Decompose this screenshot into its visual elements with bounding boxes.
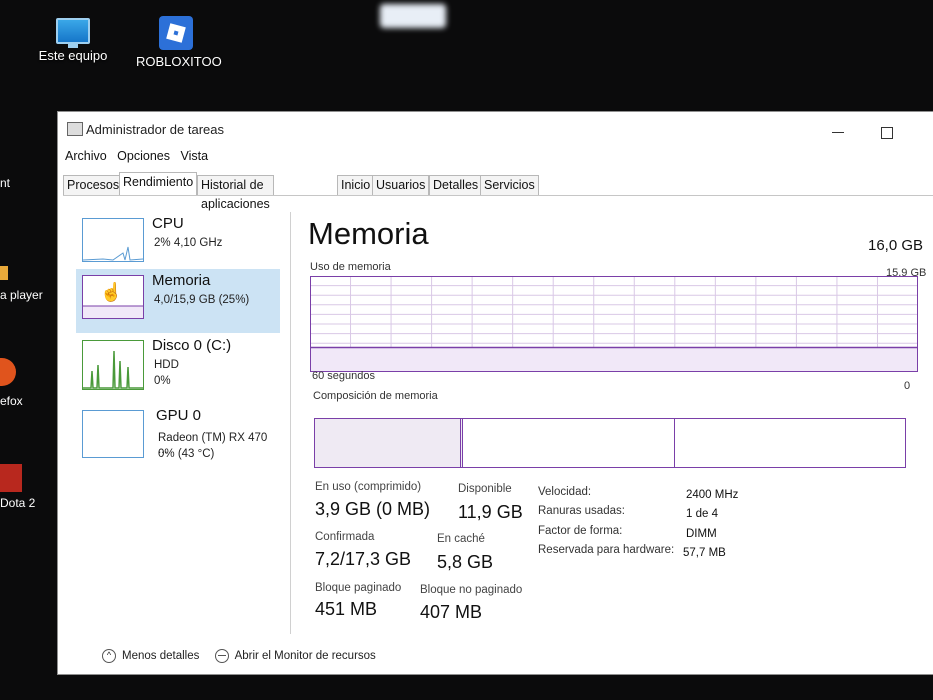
resource-monitor-icon [214,649,229,663]
desktop-icon-label: Este equipo [38,48,108,63]
paged-pool-value: 451 MB [315,599,378,619]
screen-glare [380,4,446,28]
cached-value: 5,8 GB [437,552,494,572]
desktop-edge-label: a player [0,288,43,302]
tab-servicios[interactable]: Servicios [480,175,539,195]
window-title: Administrador de tareas [86,122,225,137]
hardware-reserved-value: 57,7 MB [683,547,726,559]
desktop-icon-robloxitoo[interactable]: ROBLOXITOO [136,16,222,69]
hardware-reserved-label: Reservada para hardware: [538,544,675,556]
desktop-icon-label: ROBLOXITOO [136,54,222,69]
resource-item-cpu[interactable]: CPU 2% 4,10 GHz [76,212,280,276]
slots-label: Ranuras usadas: [538,505,625,517]
task-manager-window: Administrador de tareas Archivo Opciones… [57,111,933,675]
time-axis-label: 60 segundos [312,370,375,382]
less-details-label: Menos detalles [122,650,200,663]
tab-rendimiento[interactable]: Rendimiento [119,172,198,196]
mouse-cursor-icon: ☝ [100,282,123,302]
in-use-value: 3,9 GB (0 MB) [315,499,431,519]
player-icon [0,266,8,280]
menu-vista[interactable]: Vista [180,149,208,163]
disk-sparkline [82,340,144,390]
memory-capacity: 16,0 GB [868,237,924,254]
footer-bar: ^ Menos detalles Abrir el Monitor de recu… [102,649,376,663]
menu-bar: Archivo Opciones Vista [65,149,215,163]
form-factor-value: DIMM [686,528,717,540]
composition-segment [463,419,675,467]
paged-pool-label: Bloque paginado [315,582,402,594]
resource-title: CPU [152,215,184,232]
menu-archivo[interactable]: Archivo [65,149,107,163]
panel-divider [290,212,291,634]
tab-historial[interactable]: Historial de aplicaciones [197,175,274,211]
tab-usuarios[interactable]: Usuarios [372,175,430,195]
tab-detalles[interactable]: Detalles [429,175,483,195]
resource-title: GPU 0 [156,407,202,424]
memory-usage-graph [310,276,918,372]
committed-value: 7,2/17,3 GB [315,549,412,569]
tab-inicio[interactable]: Inicio [337,175,375,195]
available-value: 11,9 GB [458,502,523,522]
usage-graph-label: Uso de memoria [310,261,391,273]
maximize-icon[interactable] [881,127,893,139]
less-details-button[interactable]: ^ Menos detalles [102,649,200,663]
in-use-label: En uso (comprimido) [315,481,422,493]
resource-detail: HDD [154,359,179,371]
committed-label: Confirmada [315,531,375,543]
slots-value: 1 de 4 [686,508,718,520]
resource-item-gpu[interactable]: GPU 0 Radeon (TM) RX 470 ... 0% (43 °C) [76,404,280,468]
resource-title: Memoria [152,272,211,289]
desktop-edge-label: nt [0,176,11,190]
form-factor-label: Factor de forma: [538,525,623,537]
monitor-icon [56,18,90,48]
nonpaged-pool-label: Bloque no paginado [420,584,523,596]
cached-label: En caché [437,533,485,545]
roblox-icon [159,16,193,50]
menu-opciones[interactable]: Opciones [117,149,170,163]
desktop-icon-este-equipo[interactable]: Este equipo [38,18,108,63]
speed-value: 2400 MHz [686,489,739,501]
title-bar[interactable]: Administrador de tareas [58,112,933,146]
desktop-edge-label: efox [0,394,23,408]
resource-detail: 0% (43 °C) [158,448,215,460]
nonpaged-pool-value: 407 MB [420,602,483,622]
resource-item-disco[interactable]: Disco 0 (C:) HDD 0% [76,334,280,404]
composition-segment [315,419,463,467]
memory-composition-bar [314,418,906,468]
task-manager-icon [67,122,83,136]
zero-axis-label: 0 [904,380,911,392]
resource-monitor-link[interactable]: Abrir el Monitor de recursos [203,649,376,663]
desktop-edge-label: Dota 2 [0,496,36,510]
page-title: Memoria [308,216,429,251]
resource-monitor-label: Abrir el Monitor de recursos [234,650,376,663]
gpu-sparkline [82,410,144,458]
resource-detail: 4,0/15,9 GB (25%) [154,294,250,306]
tab-procesos[interactable]: Procesos [63,175,124,195]
available-label: Disponible [458,483,512,495]
minimize-icon[interactable] [832,132,844,133]
resource-detail: 0% [154,375,171,387]
chevron-up-icon: ^ [102,649,116,663]
composition-label: Composición de memoria [313,390,438,402]
resource-detail: 2% 4,10 GHz [154,237,223,249]
dota-icon [0,464,22,492]
firefox-icon [0,358,16,386]
composition-segment [675,419,905,467]
cpu-sparkline [82,218,144,262]
tab-divider [63,195,933,196]
resource-title: Disco 0 (C:) [152,337,232,354]
speed-label: Velocidad: [538,486,592,498]
